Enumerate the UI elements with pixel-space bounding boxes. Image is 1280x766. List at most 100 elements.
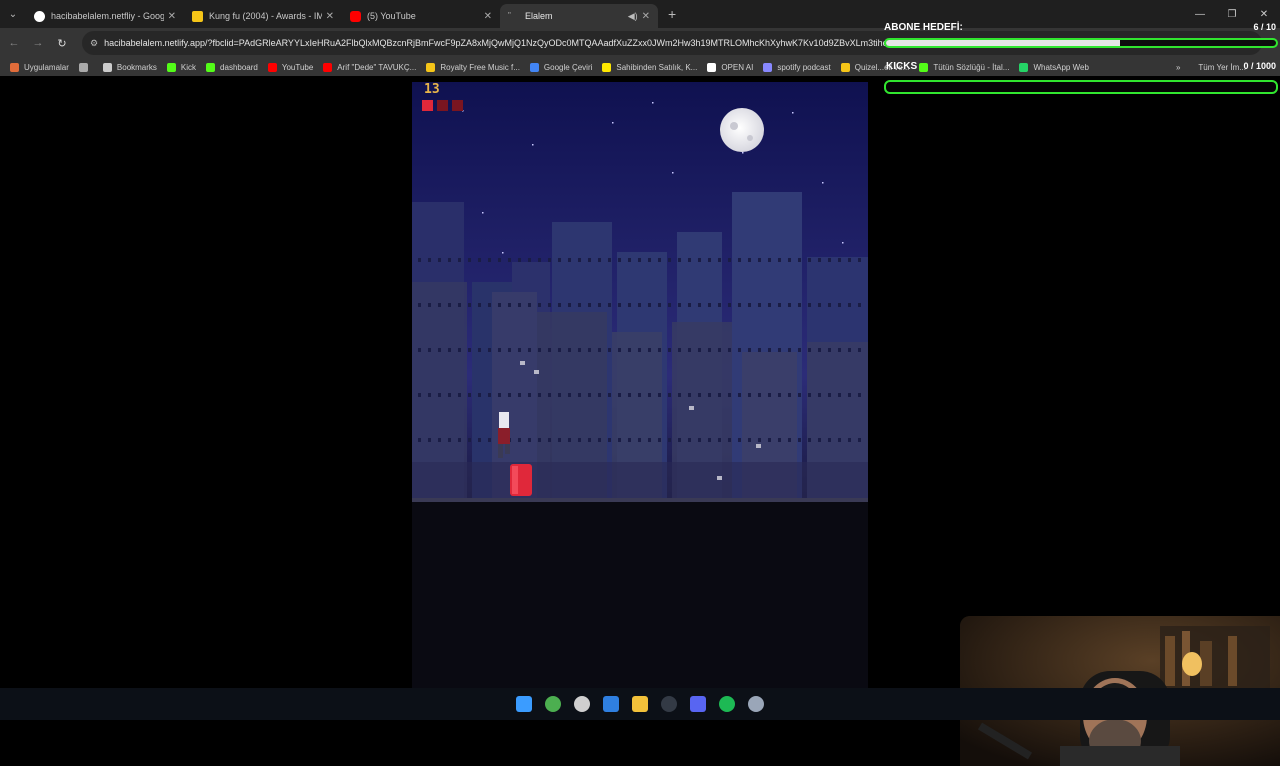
building-window bbox=[448, 438, 451, 442]
star bbox=[532, 144, 534, 146]
close-icon[interactable]: ✕ bbox=[484, 11, 492, 22]
bookmark-item[interactable]: dashboard bbox=[206, 62, 258, 72]
settings-icon[interactable] bbox=[742, 689, 771, 719]
bookmark-item[interactable]: Google Çeviri bbox=[529, 62, 592, 72]
site-info-icon[interactable]: ⚙ bbox=[90, 38, 98, 49]
game-canvas[interactable]: 13 bbox=[412, 82, 868, 688]
close-icon[interactable]: ✕ bbox=[326, 11, 334, 22]
game-score: 13 bbox=[424, 82, 440, 97]
close-icon[interactable]: ✕ bbox=[168, 11, 176, 22]
building-window bbox=[758, 348, 761, 352]
building-window bbox=[438, 348, 441, 352]
bookmark-icon bbox=[78, 62, 88, 72]
building-window bbox=[778, 348, 781, 352]
new-tab-icon[interactable]: + bbox=[668, 6, 676, 22]
bookmark-item[interactable]: Kick bbox=[166, 62, 196, 72]
building-window bbox=[738, 258, 741, 262]
building-window bbox=[688, 348, 691, 352]
debris bbox=[717, 476, 722, 480]
building-window bbox=[658, 303, 661, 307]
moon bbox=[720, 108, 764, 152]
bookmark-icon bbox=[529, 62, 539, 72]
bookmark-item[interactable] bbox=[78, 62, 93, 72]
tab-2[interactable]: Kung fu (2004) - Awards - IMDb ✕ bbox=[184, 4, 342, 28]
building-window bbox=[718, 348, 721, 352]
building-window bbox=[798, 438, 801, 442]
building-window bbox=[538, 303, 541, 307]
building-window bbox=[418, 393, 421, 397]
tab-3[interactable]: (5) YouTube ✕ bbox=[342, 4, 500, 28]
windows-start-icon[interactable] bbox=[510, 689, 539, 719]
building-window bbox=[638, 438, 641, 442]
building-window bbox=[478, 258, 481, 262]
bookmark-item[interactable]: Arif "Dede" TAVUKÇ... bbox=[323, 62, 416, 72]
store-icon[interactable] bbox=[597, 689, 626, 719]
bookmark-icon bbox=[707, 62, 717, 72]
building-window bbox=[778, 303, 781, 307]
building-window bbox=[428, 303, 431, 307]
building-window bbox=[638, 258, 641, 262]
building-window bbox=[708, 303, 711, 307]
bookmark-icon bbox=[602, 62, 612, 72]
building-window bbox=[588, 348, 591, 352]
tab-search-icon[interactable]: ⌄ bbox=[0, 0, 26, 28]
back-icon[interactable]: ← bbox=[2, 37, 26, 49]
building-window bbox=[838, 303, 841, 307]
building-window bbox=[648, 348, 651, 352]
building-window bbox=[598, 348, 601, 352]
tab-4-active[interactable]: " Elalem ◀) ✕ bbox=[500, 4, 658, 28]
folder-icon[interactable] bbox=[626, 689, 655, 719]
building-window bbox=[608, 393, 611, 397]
bookmark-item[interactable]: Royalty Free Music f... bbox=[426, 62, 520, 72]
building-window bbox=[508, 348, 511, 352]
tab-title: (5) YouTube bbox=[367, 11, 416, 21]
building-window bbox=[728, 303, 731, 307]
building-window bbox=[688, 303, 691, 307]
building-window bbox=[498, 348, 501, 352]
building-window bbox=[658, 393, 661, 397]
player-body bbox=[498, 428, 510, 444]
building-window bbox=[788, 348, 791, 352]
building-window bbox=[818, 393, 821, 397]
building-window bbox=[588, 258, 591, 262]
bookmark-item[interactable]: Sahibinden Satılık, K... bbox=[602, 62, 697, 72]
building-window bbox=[848, 348, 851, 352]
close-icon[interactable]: ✕ bbox=[642, 11, 650, 22]
bookmark-item[interactable]: Bookmarks bbox=[102, 62, 157, 72]
building-window bbox=[778, 258, 781, 262]
page-content: 13 bbox=[0, 76, 1280, 766]
forward-icon[interactable]: → bbox=[26, 37, 50, 49]
building-window bbox=[548, 438, 551, 442]
bookmark-item[interactable]: OPEN AI bbox=[707, 62, 753, 72]
building-window bbox=[488, 438, 491, 442]
star bbox=[792, 112, 794, 114]
goal-title: ABONE HEDEFİ: bbox=[884, 22, 963, 33]
obstacle-highlight bbox=[512, 466, 518, 494]
steam-icon[interactable] bbox=[655, 689, 684, 719]
building-window bbox=[548, 393, 551, 397]
building-window bbox=[768, 258, 771, 262]
building-window bbox=[518, 438, 521, 442]
reload-icon[interactable]: ↻ bbox=[50, 37, 74, 50]
bookmark-item[interactable]: spotify podcast bbox=[763, 62, 831, 72]
building-window bbox=[528, 393, 531, 397]
lives-indicator bbox=[422, 100, 463, 111]
spotify-icon[interactable] bbox=[713, 689, 742, 719]
building-window bbox=[838, 348, 841, 352]
building-window bbox=[818, 303, 821, 307]
building-window bbox=[648, 438, 651, 442]
building-window bbox=[538, 438, 541, 442]
chrome-icon[interactable] bbox=[539, 689, 568, 719]
bookmark-item[interactable]: Uygulamalar bbox=[10, 62, 69, 72]
bookmark-item[interactable]: YouTube bbox=[267, 62, 313, 72]
bookmark-icon bbox=[840, 62, 850, 72]
player-leg bbox=[505, 444, 510, 454]
tab-1[interactable]: hacibabelalem.netfliy - Google ✕ bbox=[26, 4, 184, 28]
building-window bbox=[618, 438, 621, 442]
building-window bbox=[668, 258, 671, 262]
building-window bbox=[648, 258, 651, 262]
discord-icon[interactable] bbox=[684, 689, 713, 719]
speaker-icon[interactable]: ◀) bbox=[628, 11, 638, 22]
obs-icon[interactable] bbox=[568, 689, 597, 719]
bookmark-label: dashboard bbox=[220, 62, 258, 72]
